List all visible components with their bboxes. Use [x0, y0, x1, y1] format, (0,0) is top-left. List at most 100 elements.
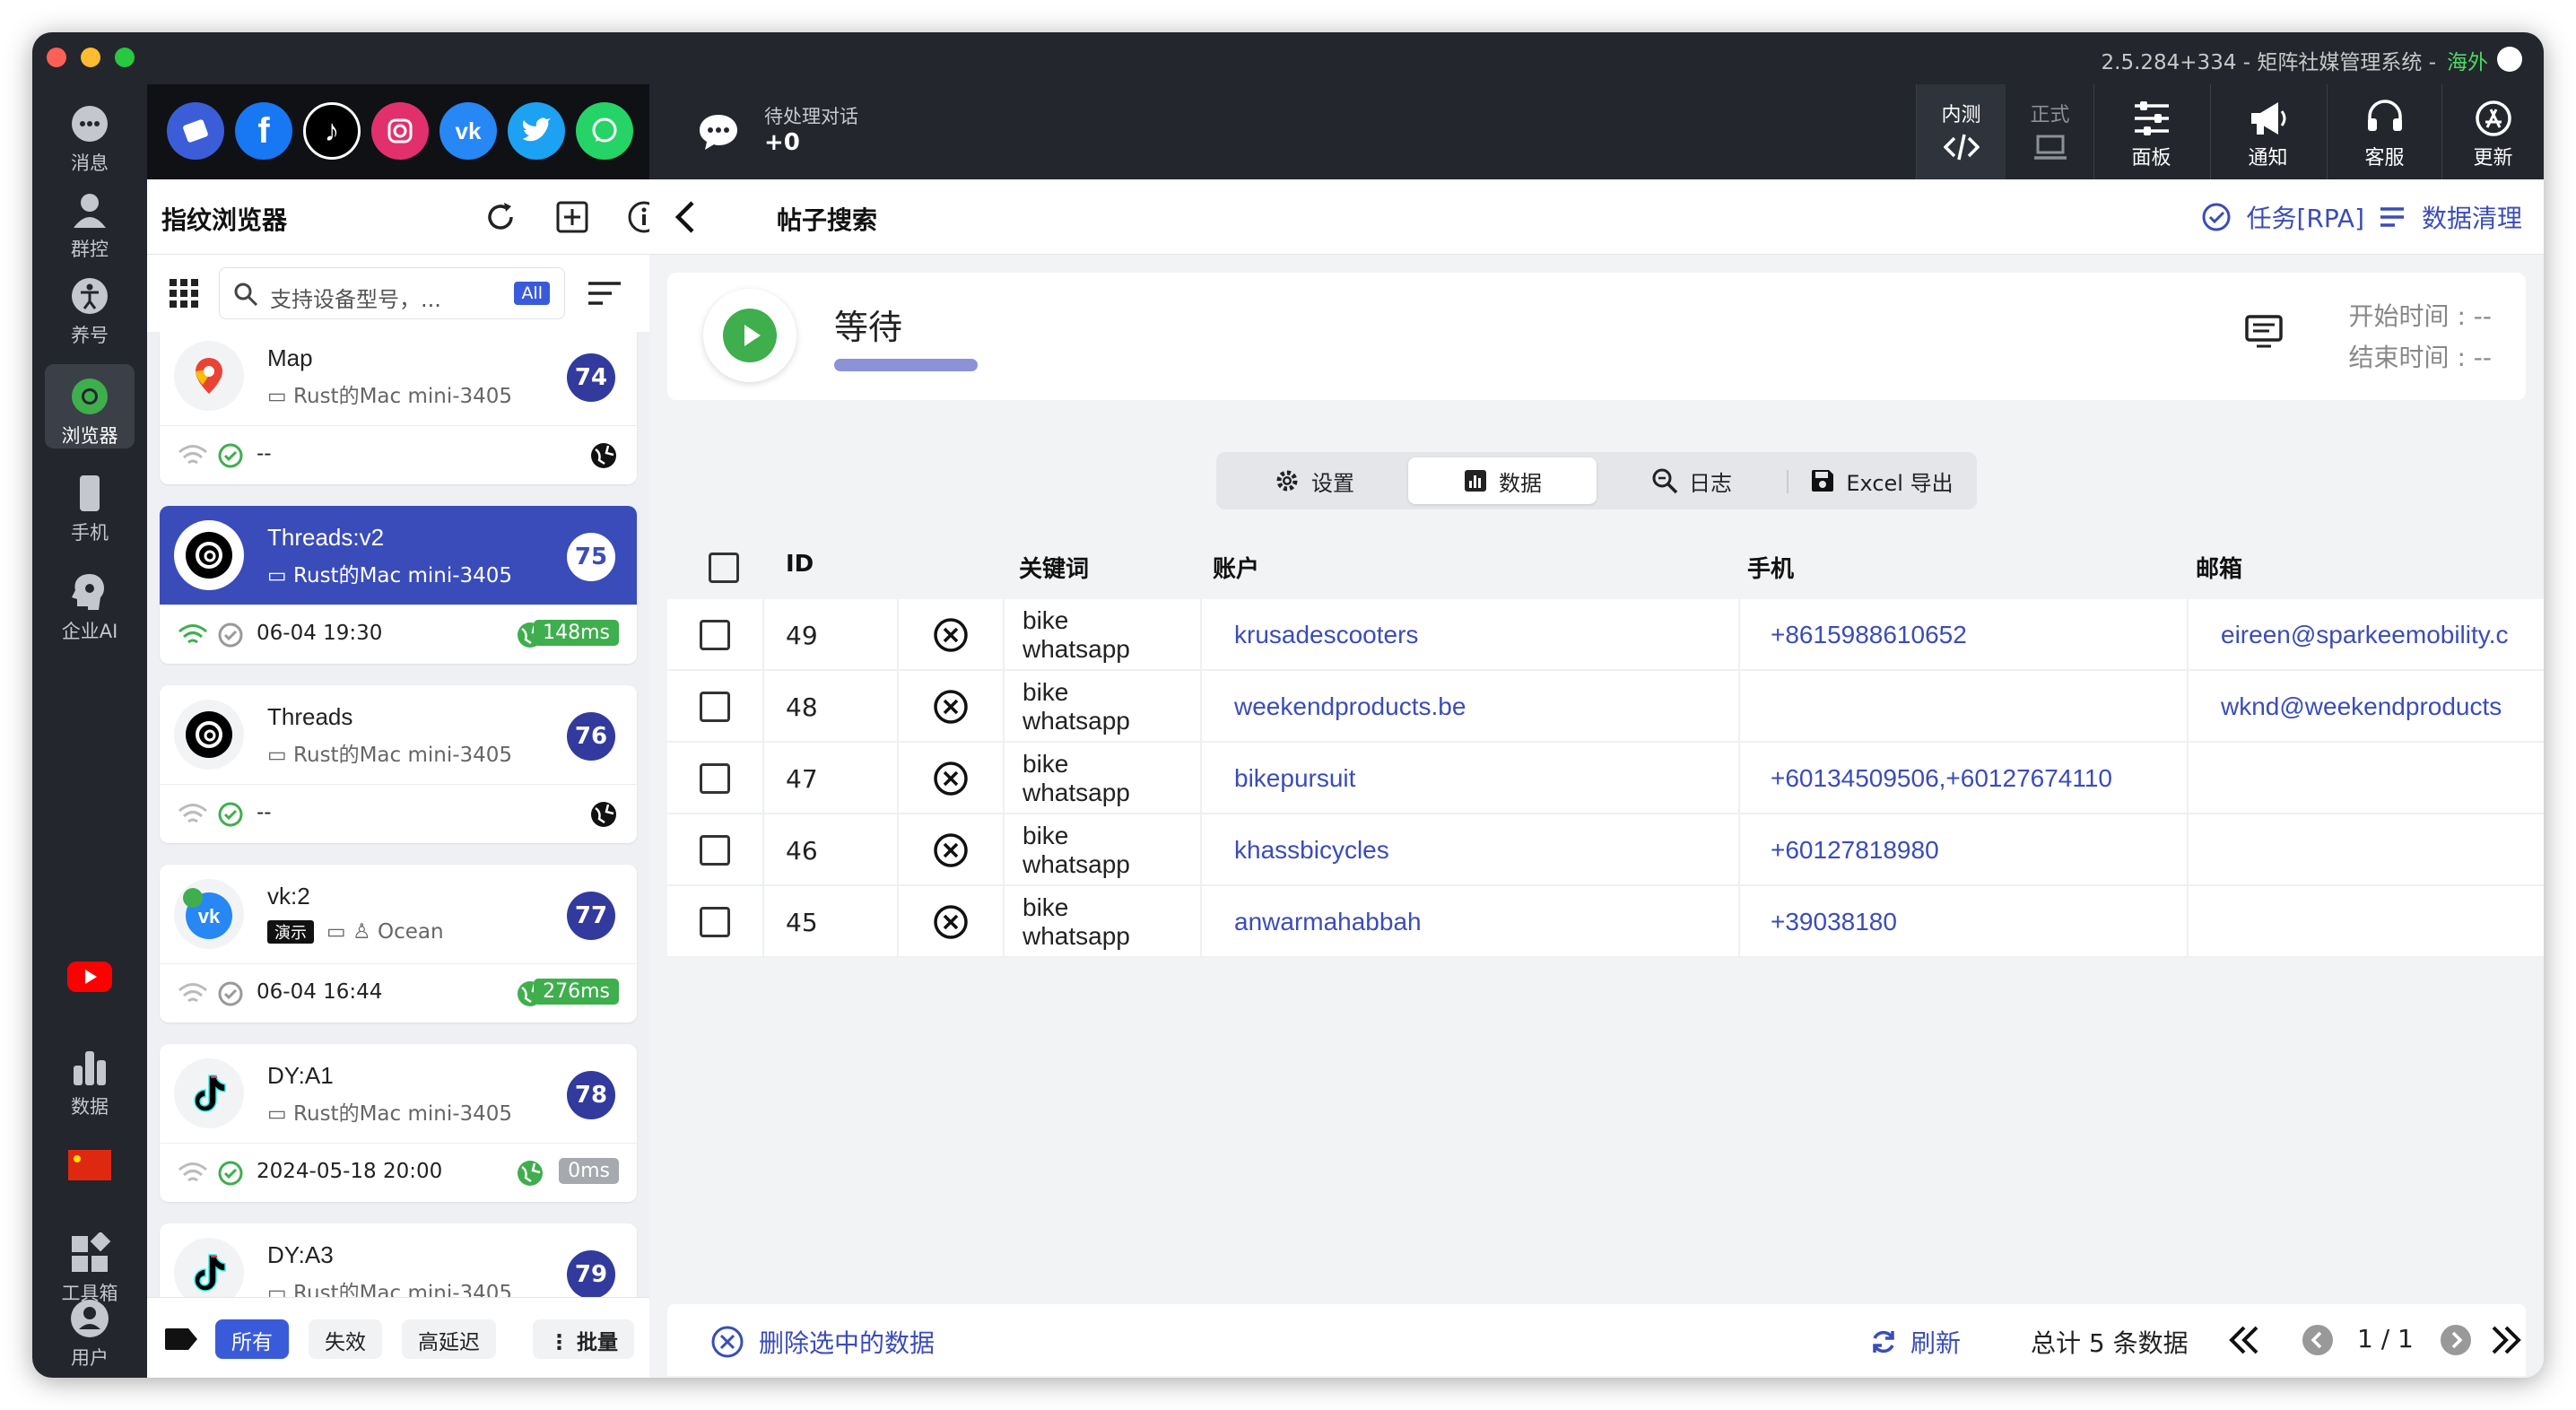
tag-icon[interactable]	[163, 1327, 199, 1352]
latency-badge: 0ms	[559, 1158, 619, 1184]
first-page-icon[interactable]	[2228, 1324, 2260, 1356]
minimize-window-button[interactable]	[81, 48, 100, 67]
nav-browser[interactable]: 浏览器	[45, 364, 135, 448]
twitter-icon[interactable]	[508, 102, 565, 160]
theme-toggle[interactable]	[2497, 47, 2522, 72]
start-task-button[interactable]	[703, 289, 796, 382]
nav-group-control[interactable]: 群控	[45, 178, 135, 262]
account-link[interactable]: weekendproducts.be	[1234, 692, 1466, 721]
profile-name: DY:A3	[267, 1241, 334, 1268]
remove-row-icon[interactable]	[933, 689, 969, 725]
profile-card-selected[interactable]: Threads:v2 ▭ Rust的Mac mini-3405 75 06-04…	[160, 506, 637, 664]
search-scope-badge[interactable]: All	[514, 282, 550, 305]
env-test-tab[interactable]: 内测	[1917, 84, 2006, 179]
globe-icon[interactable]	[515, 1158, 545, 1188]
tab-excel-export[interactable]: Excel 导出	[1790, 457, 1973, 504]
multi-platform-icon[interactable]	[167, 102, 224, 160]
profile-card[interactable]: vk vk:2 演示 ▭ ♙ Ocean 77 06-04 16:44 276ms	[160, 865, 637, 1023]
profile-number-badge: 76	[567, 712, 615, 761]
refresh-icon[interactable]	[483, 199, 518, 235]
tab-settings[interactable]: 设置	[1222, 457, 1406, 504]
nav-account-nurture[interactable]: 养号	[45, 264, 135, 348]
account-link[interactable]: krusadescooters	[1234, 621, 1418, 649]
nav-enterprise-ai[interactable]: 企业AI	[45, 560, 135, 644]
nav-user[interactable]: 用户	[45, 1286, 135, 1371]
maximize-window-button[interactable]	[115, 48, 135, 67]
back-arrow-icon[interactable]	[669, 199, 705, 235]
profile-card[interactable]: DY:A3 ▭ Rust的Mac mini-3405 79	[160, 1223, 637, 1297]
phone-link[interactable]: +60134509506,+60127674110	[1771, 764, 2112, 793]
profile-card[interactable]: Map ▭ Rust的Mac mini-3405 74 --	[160, 332, 637, 484]
account-link[interactable]: khassbicycles	[1234, 836, 1389, 865]
sort-icon[interactable]	[587, 280, 622, 307]
select-all-checkbox[interactable]	[709, 553, 739, 583]
customer-service-button[interactable]: 客服	[2327, 84, 2441, 179]
vk-icon[interactable]: vk	[439, 102, 497, 160]
globe-icon[interactable]	[588, 799, 619, 830]
profile-search-input[interactable]: 支持设备型号，... All	[219, 267, 565, 319]
phone-cell: +60134509506,+60127674110	[1740, 743, 2189, 814]
remove-row-icon[interactable]	[933, 832, 969, 868]
notify-button[interactable]: 通知	[2210, 84, 2325, 179]
remove-row-icon[interactable]	[933, 617, 969, 653]
remove-row-icon[interactable]	[933, 761, 969, 796]
data-clean-link[interactable]: 数据清理	[2379, 199, 2522, 235]
filter-all-button[interactable]: 所有	[215, 1319, 289, 1359]
environment-switch[interactable]: 内测 正式	[1916, 84, 2093, 179]
task-times: 开始时间 : -- 结束时间 : --	[2349, 296, 2492, 379]
last-page-icon[interactable]	[2490, 1324, 2522, 1356]
phone-link[interactable]: +8615988610652	[1771, 621, 1967, 649]
row-checkbox[interactable]	[700, 907, 730, 937]
tab-data[interactable]: 数据	[1408, 457, 1597, 504]
nav-youtube[interactable]	[45, 945, 135, 1030]
next-page-icon[interactable]	[2440, 1324, 2472, 1356]
tab-log[interactable]: 日志	[1598, 457, 1785, 504]
table-row[interactable]: 46 bike whatsapp khassbicycles +60127818980	[667, 814, 2544, 886]
email-link[interactable]: wknd@weekendproducts	[2221, 692, 2502, 721]
env-prod-tab[interactable]: 正式	[2006, 84, 2094, 179]
chat-icon[interactable]	[696, 111, 741, 152]
previous-page-icon[interactable]	[2302, 1324, 2334, 1356]
email-link[interactable]: eireen@sparkeemobility.c	[2221, 621, 2508, 649]
table-row[interactable]: 47 bike whatsapp bikepursuit +60134509506,+6…	[667, 743, 2544, 814]
account-link[interactable]: bikepursuit	[1234, 764, 1355, 793]
row-checkbox[interactable]	[700, 620, 730, 650]
phone-link[interactable]: +39038180	[1771, 908, 1897, 936]
row-checkbox[interactable]	[700, 835, 730, 866]
wifi-icon	[178, 624, 207, 644]
table-row[interactable]: 49 bike whatsapp krusadescooters +8615988610…	[667, 599, 2544, 671]
profile-card[interactable]: DY:A1 ▭ Rust的Mac mini-3405 78 2024-05-18…	[160, 1044, 637, 1202]
table-row[interactable]: 48 bike whatsapp weekendproducts.be wknd@wee…	[667, 671, 2544, 743]
panel-button[interactable]: 面板	[2093, 84, 2208, 179]
add-profile-icon[interactable]	[554, 199, 590, 235]
row-checkbox[interactable]	[700, 763, 730, 794]
panel-header: 指纹浏览器	[147, 179, 660, 255]
delete-selected-button[interactable]: 删除选中的数据	[710, 1324, 935, 1360]
row-checkbox[interactable]	[700, 692, 730, 722]
globe-icon[interactable]	[588, 440, 619, 471]
sync-icon	[1873, 1330, 1894, 1353]
account-link[interactable]: anwarmahabbah	[1234, 908, 1422, 936]
nav-language-cn[interactable]	[45, 1139, 135, 1223]
batch-button[interactable]: ⋮ 批量	[533, 1319, 635, 1359]
instagram-icon[interactable]	[371, 102, 429, 160]
keyword-line: whatsapp	[1023, 635, 1130, 663]
close-window-button[interactable]	[47, 48, 66, 67]
filter-invalid-button[interactable]: 失效	[309, 1319, 382, 1359]
grid-view-icon[interactable]	[169, 278, 199, 309]
whatsapp-icon[interactable]	[576, 102, 633, 160]
profile-card[interactable]: Threads ▭ Rust的Mac mini-3405 76 --	[160, 685, 637, 843]
remove-row-icon[interactable]	[933, 904, 969, 940]
nav-messages[interactable]: 消息	[45, 91, 135, 176]
task-rpa-link[interactable]: 任务[RPA]	[2201, 199, 2364, 235]
vk-icon: vk	[174, 879, 244, 949]
facebook-icon[interactable]: f	[235, 102, 292, 160]
filter-high-latency-button[interactable]: 高延迟	[402, 1319, 496, 1359]
tiktok-icon[interactable]: ♪	[303, 102, 361, 160]
nav-phone[interactable]: 手机	[45, 461, 135, 545]
table-row[interactable]: 45 bike whatsapp anwarmahabbah +39038180	[667, 886, 2544, 958]
nav-data[interactable]: 数据	[45, 1035, 135, 1119]
phone-link[interactable]: +60127818980	[1771, 836, 1939, 865]
refresh-button[interactable]: 刷新	[1869, 1324, 1961, 1360]
update-button[interactable]: 更新	[2441, 84, 2544, 179]
